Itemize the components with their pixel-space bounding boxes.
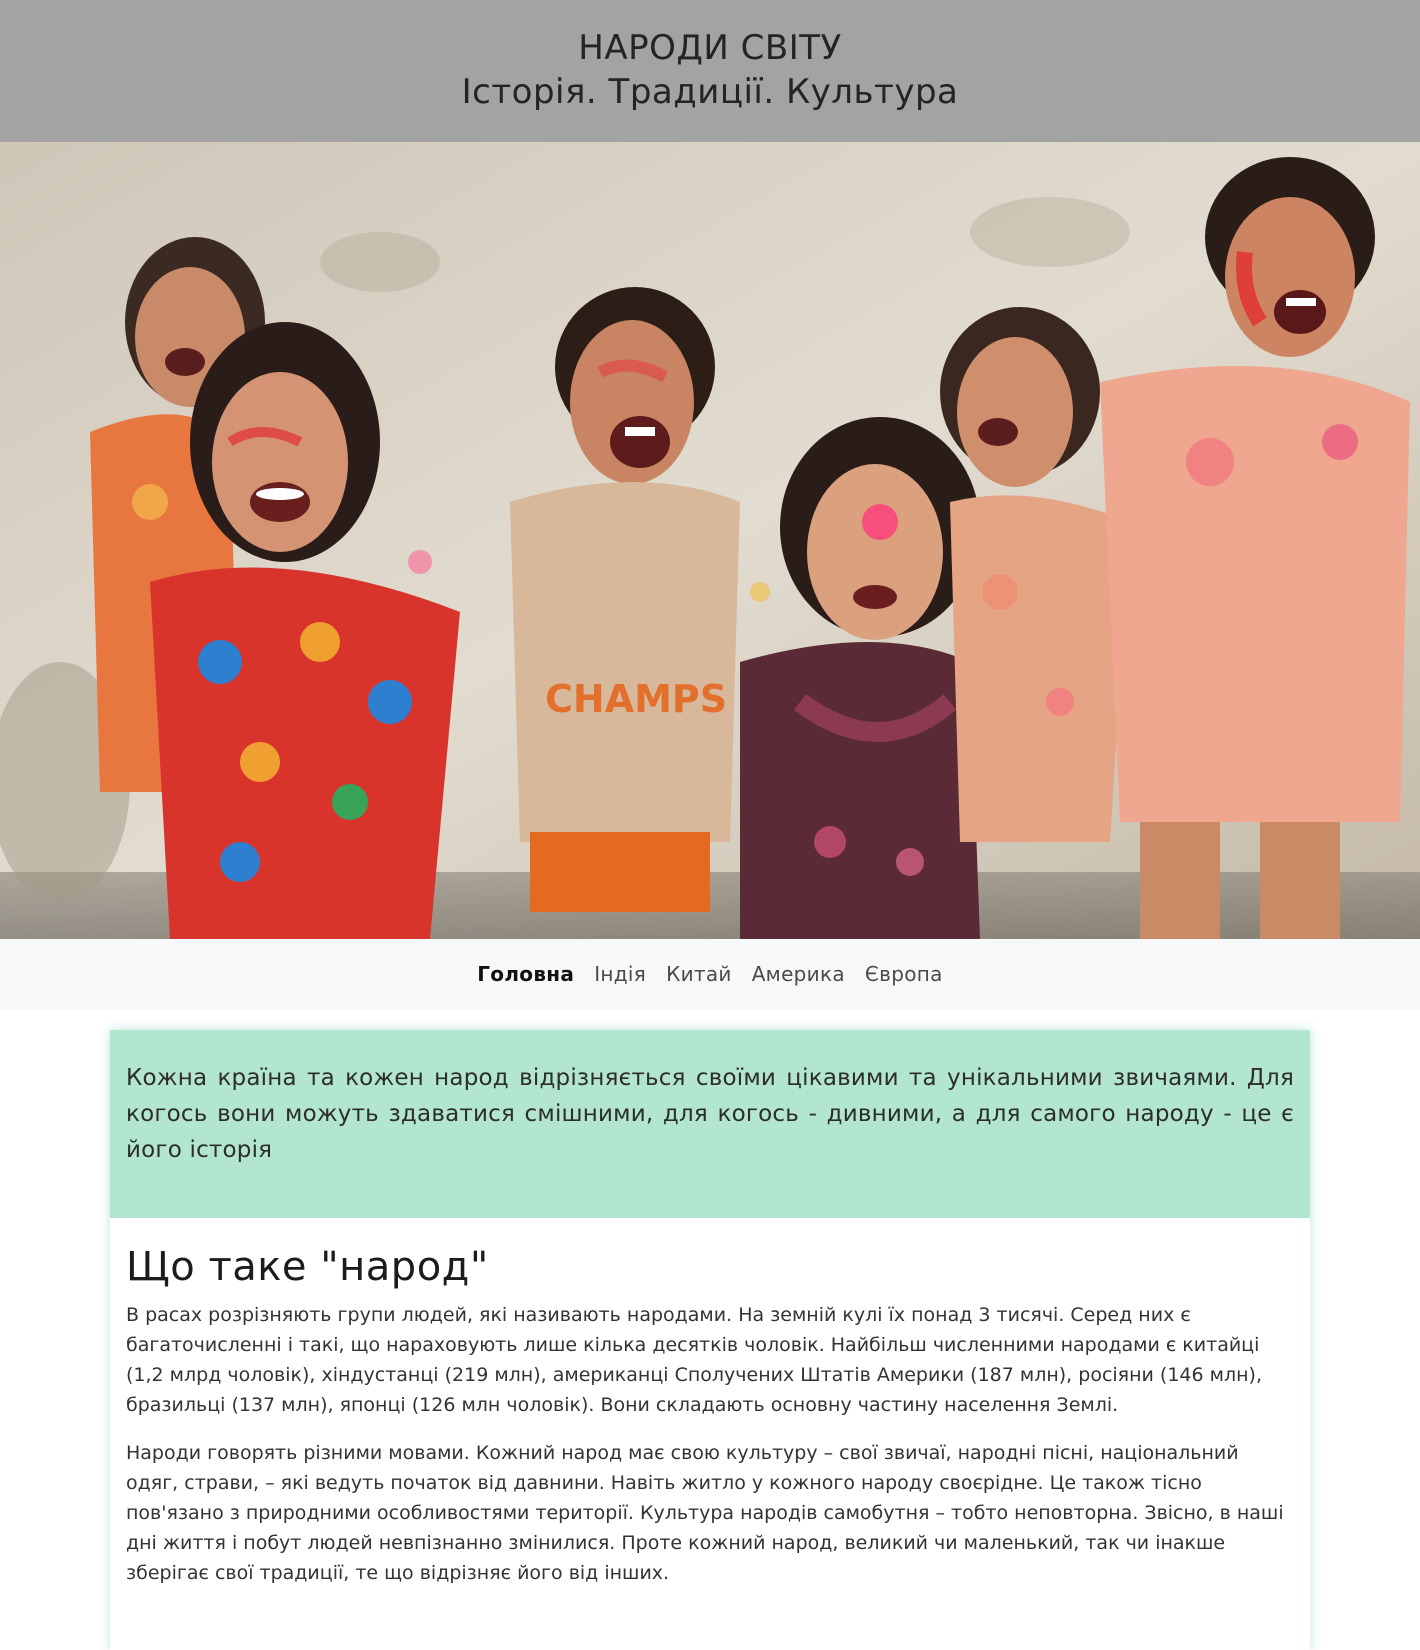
article-paragraph: Народи говорять різними мовами. Кожний н… [126,1442,1284,1584]
main-content: Кожна країна та кожен народ відрізняєтьс… [110,1030,1310,1650]
svg-text:CHAMPS: CHAMPS [545,677,727,721]
nav-item-china[interactable]: Китай [666,962,732,986]
nav-item-america[interactable]: Америка [752,962,845,986]
intro-text: Кожна країна та кожен народ відрізняєтьс… [126,1065,1294,1163]
nav-item-europe[interactable]: Європа [865,962,943,986]
nav-item-india[interactable]: Індія [594,962,646,986]
site-title: НАРОДИ СВІТУ [578,27,842,68]
article-heading: Що таке "народ" [126,1244,489,1290]
nav-item-home[interactable]: Головна [477,962,574,986]
article: Що таке "народ" В расах розрізняють груп… [110,1218,1310,1588]
main-nav: Головна Індія Китай Америка Європа [0,939,1420,1009]
article-paragraph: В расах розрізняють групи людей, які наз… [126,1304,1262,1416]
hero-image: CHAMPS [0,142,1420,939]
intro-banner: Кожна країна та кожен народ відрізняєтьс… [110,1030,1310,1218]
site-subtitle: Історія. Традиції. Культура [461,72,959,113]
site-header: НАРОДИ СВІТУ Історія. Традиції. Культура [0,0,1420,142]
